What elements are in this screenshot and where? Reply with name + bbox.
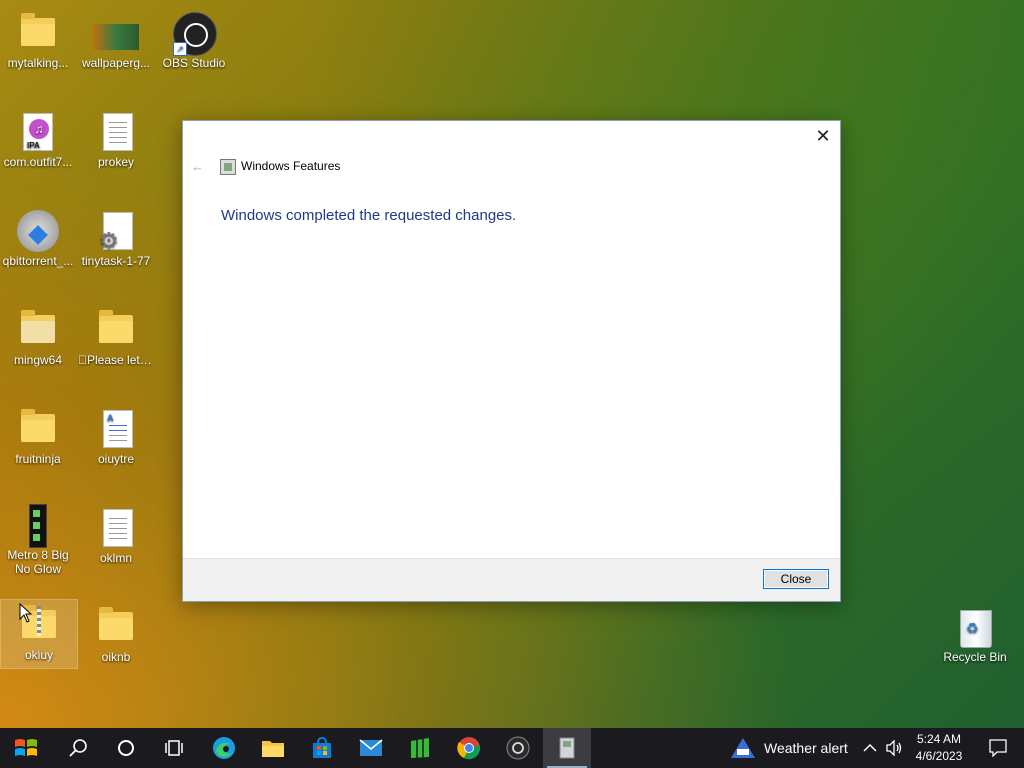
image-file-icon bbox=[93, 12, 139, 54]
theme-file-icon bbox=[17, 504, 59, 548]
desktop-icon-obs-studio[interactable]: ↗ OBS Studio bbox=[156, 8, 232, 76]
desktop-icon-label: tinytask-1-77 bbox=[81, 254, 151, 268]
desktop-icon-oiknb[interactable]: oiknb bbox=[78, 602, 154, 670]
desktop-icon-prokey[interactable]: prokey bbox=[78, 107, 154, 175]
task-view-icon[interactable] bbox=[150, 728, 198, 768]
mail-icon[interactable] bbox=[347, 728, 395, 768]
clock-date: 4/6/2023 bbox=[915, 749, 963, 763]
desktop-icon-label: oiuytre bbox=[97, 452, 135, 466]
desktop-icon-label: wallpaperg... bbox=[81, 56, 151, 70]
desktop-icon-label: prokey bbox=[97, 155, 135, 169]
obs-icon: ↗ bbox=[173, 12, 217, 56]
installer-icon bbox=[17, 210, 59, 252]
desktop-icon-mytalking[interactable]: mytalking... bbox=[0, 8, 76, 76]
clock-time: 5:24 AM bbox=[916, 732, 962, 746]
windows-features-icon[interactable] bbox=[543, 728, 591, 768]
desktop-icon-mingw64[interactable]: mingw64 bbox=[0, 305, 76, 373]
word-document-icon: A bbox=[95, 408, 137, 450]
edge-icon[interactable] bbox=[200, 728, 248, 768]
desktop-icon-label: Metro 8 Big No Glow bbox=[7, 548, 69, 576]
ipa-file-icon: ♫ IPA bbox=[17, 111, 59, 153]
dialog-footer: Close bbox=[183, 558, 840, 601]
folder-icon bbox=[17, 12, 59, 54]
weather-alert-icon bbox=[731, 738, 755, 758]
windows-features-icon bbox=[220, 159, 236, 175]
notifications-icon[interactable] bbox=[976, 728, 1020, 768]
desktop-icon-label: fruitninja bbox=[15, 452, 61, 466]
taskbar: Weather alert 5:24 AM 4/6/2023 bbox=[0, 728, 1024, 768]
settings-file-icon: ⚙ bbox=[95, 210, 137, 253]
text-file-icon bbox=[95, 111, 137, 153]
desktop-icon-tinytask[interactable]: ⚙ tinytask-1-77 bbox=[78, 206, 154, 274]
close-button[interactable]: Close bbox=[763, 569, 829, 589]
desktop-icon-label: qbittorrent_... bbox=[2, 254, 74, 268]
chevron-up-icon[interactable] bbox=[858, 728, 882, 768]
chrome-icon[interactable] bbox=[445, 728, 493, 768]
cortana-icon[interactable] bbox=[102, 728, 150, 768]
desktop-icon-oklmn[interactable]: oklmn bbox=[78, 503, 154, 571]
desktop-icon-label: oklmn bbox=[99, 551, 132, 565]
clock[interactable]: 5:24 AM 4/6/2023 bbox=[908, 732, 970, 763]
recycle-bin-icon: ♻ bbox=[954, 606, 996, 648]
obs-icon[interactable] bbox=[494, 728, 542, 768]
store-icon[interactable] bbox=[298, 728, 346, 768]
folder-icon bbox=[95, 309, 137, 351]
file-explorer-icon[interactable] bbox=[249, 728, 297, 768]
desktop-icon-okiuy[interactable]: okiuy bbox=[0, 599, 78, 669]
weather-widget[interactable]: Weather alert bbox=[730, 728, 848, 768]
windows-features-dialog: ✕ ← Windows Features Windows completed t… bbox=[182, 120, 841, 602]
desktop-icon-label: Recycle Bin bbox=[943, 650, 1007, 664]
close-icon[interactable]: ✕ bbox=[812, 125, 834, 147]
desktop-icon-fruitninja[interactable]: fruitninja bbox=[0, 404, 76, 472]
desktop-icon-label:  Please let me bbox=[78, 353, 154, 367]
desktop-icon-label: com.outfit7... bbox=[3, 155, 73, 169]
desktop-icon-label: mingw64 bbox=[13, 353, 63, 367]
text-file-icon bbox=[95, 507, 137, 549]
desktop-icon-label: oiknb bbox=[101, 650, 131, 664]
desktop-icon-wallpaper[interactable]: wallpaperg... bbox=[78, 8, 154, 76]
desktop-icon-label: okiuy bbox=[24, 648, 53, 662]
dialog-title: Windows Features bbox=[241, 159, 341, 173]
desktop-icon-label: OBS Studio bbox=[162, 56, 226, 70]
folder-icon bbox=[17, 408, 59, 450]
volume-icon[interactable] bbox=[882, 728, 908, 768]
desktop-icon-please-let-me[interactable]:  Please let me bbox=[78, 305, 154, 373]
completion-message: Windows completed the requested changes. bbox=[221, 207, 517, 224]
folder-icon bbox=[17, 309, 59, 351]
desktop-icon-label: mytalking... bbox=[7, 56, 69, 70]
search-icon[interactable] bbox=[54, 728, 102, 768]
desktop-icon-oiuytre[interactable]: A oiuytre bbox=[78, 404, 154, 472]
desktop-icon-qbittorrent[interactable]: qbittorrent_... bbox=[0, 206, 76, 274]
weather-alert-label: Weather alert bbox=[764, 740, 848, 756]
back-arrow-icon[interactable]: ← bbox=[191, 159, 204, 174]
desktop-icon-com-outfit7[interactable]: ♫ IPA com.outfit7... bbox=[0, 107, 76, 175]
desktop-icon-recycle-bin[interactable]: ♻ Recycle Bin bbox=[937, 602, 1013, 670]
folder-icon bbox=[95, 606, 137, 648]
desktop-icon-metro-8[interactable]: Metro 8 Big No Glow bbox=[0, 500, 76, 584]
green-app-icon[interactable] bbox=[396, 728, 444, 768]
start-icon[interactable] bbox=[2, 728, 50, 768]
